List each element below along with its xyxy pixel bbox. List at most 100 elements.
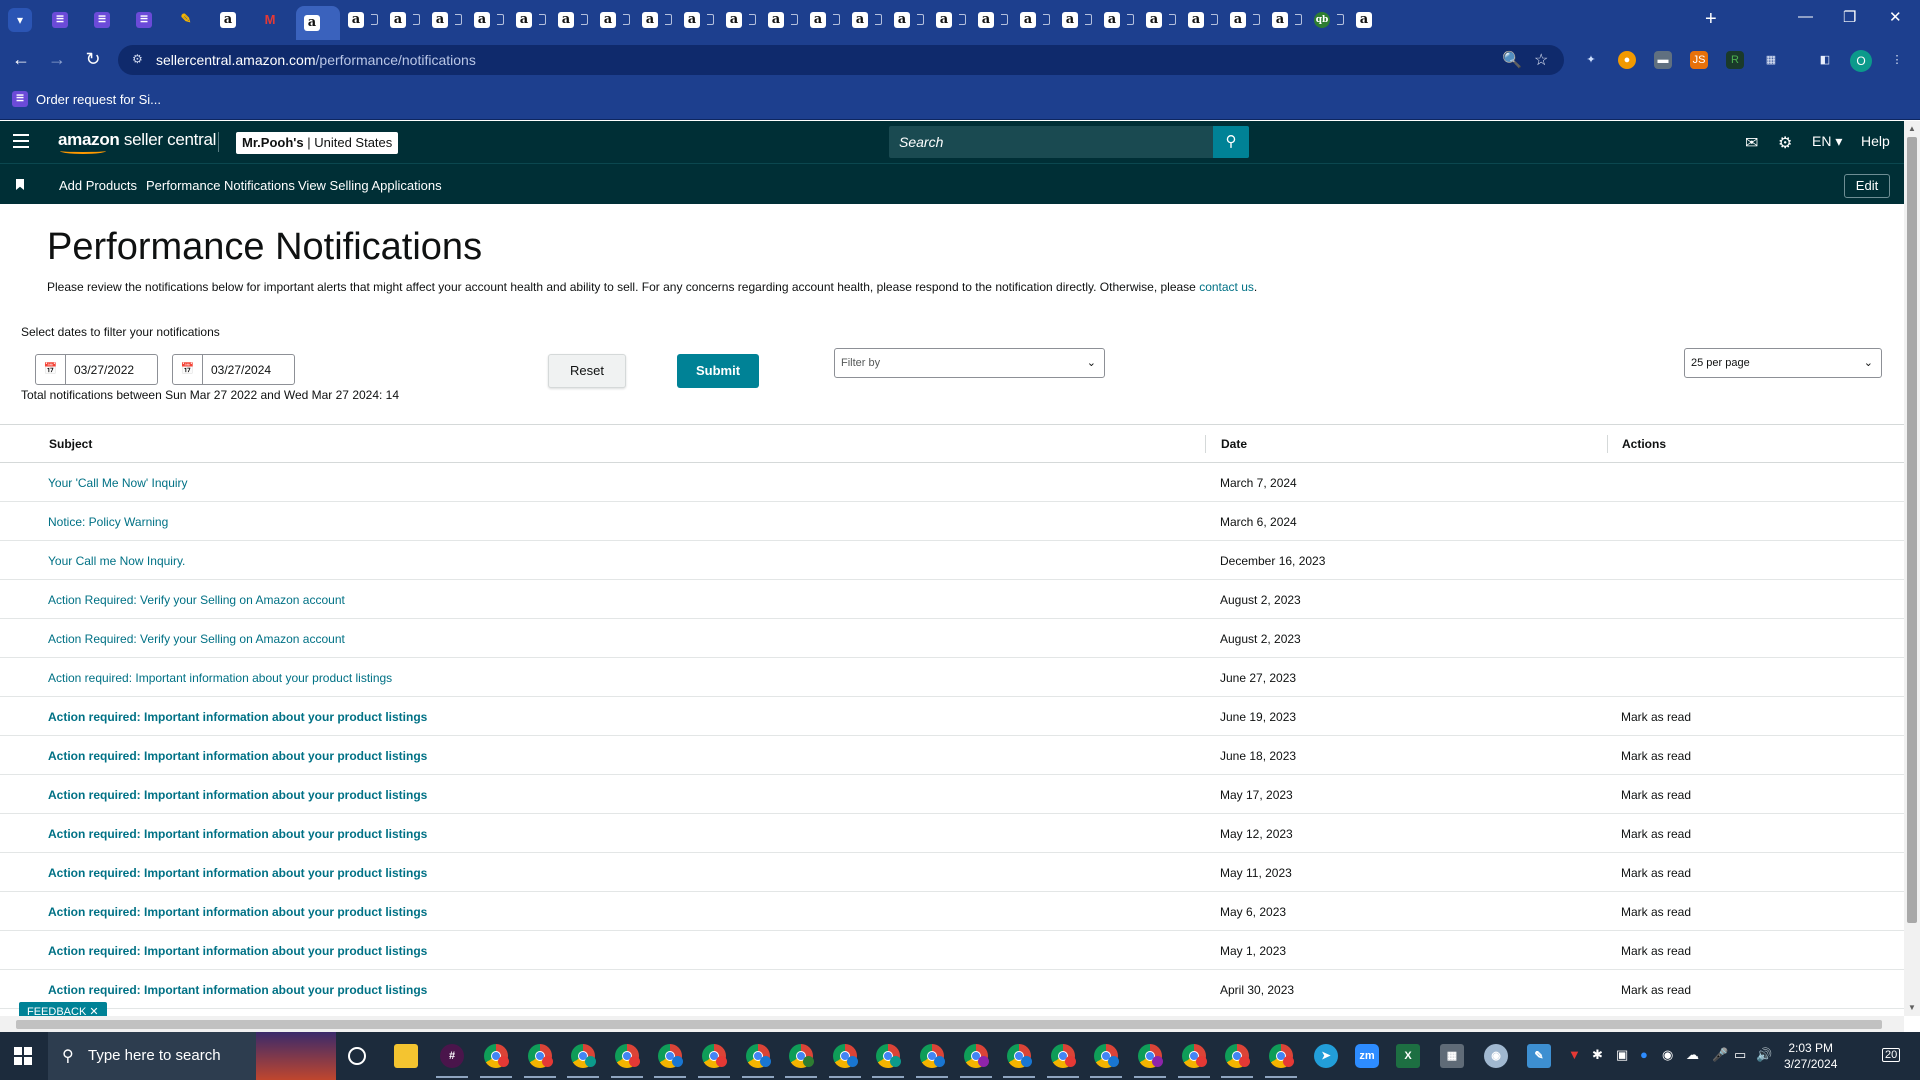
browser-tab[interactable]: a (1012, 6, 1054, 34)
browser-tab[interactable]: a (382, 6, 424, 34)
slack-icon[interactable]: # (436, 1044, 468, 1078)
notification-subject-link[interactable]: Action required: Important information a… (48, 749, 427, 763)
browser-tab[interactable]: a (676, 6, 718, 34)
chrome-window-icon[interactable] (567, 1044, 600, 1078)
notification-subject-link[interactable]: Action Required: Verify your Selling on … (48, 593, 345, 607)
calendar-icon[interactable]: 📅 (173, 355, 203, 384)
browser-tab[interactable]: a (508, 6, 550, 34)
mark-as-read-link[interactable]: Mark as read (1621, 905, 1691, 919)
horizontal-scrollbar[interactable] (0, 1016, 1904, 1032)
tray-app-icon[interactable]: ▼ (1568, 1047, 1581, 1062)
restore-button[interactable]: ❐ (1843, 8, 1856, 26)
microphone-icon[interactable]: 🎤 (1712, 1047, 1728, 1063)
telegram-icon[interactable]: ➤ (1314, 1044, 1338, 1068)
paint-icon[interactable]: ◉ (1484, 1044, 1508, 1068)
tray-zoom-icon[interactable]: ● (1640, 1047, 1648, 1062)
chrome-window-icon[interactable] (1046, 1044, 1079, 1078)
network-icon[interactable]: ▭ (1734, 1047, 1746, 1063)
browser-tab[interactable]: a (1222, 6, 1264, 34)
filter-by-dropdown[interactable]: Filter by ⌄ (834, 348, 1105, 378)
notification-subject-link[interactable]: Action required: Important information a… (48, 866, 427, 880)
volume-icon[interactable]: 🔊 (1756, 1047, 1772, 1063)
bookmark-star-icon[interactable]: ☆ (1534, 50, 1548, 70)
notification-subject-link[interactable]: Action required: Important information a… (48, 710, 427, 724)
browser-tab[interactable]: a (466, 6, 508, 34)
bookmark-ribbon-icon[interactable] (16, 179, 24, 190)
chrome-window-icon[interactable] (959, 1044, 992, 1078)
notification-subject-link[interactable]: Your Call me Now Inquiry. (48, 554, 185, 568)
extension-icon[interactable]: ● (1618, 51, 1636, 69)
profile-avatar[interactable]: O (1850, 50, 1872, 72)
scrollbar-thumb[interactable] (1907, 137, 1917, 923)
chrome-window-icon[interactable] (741, 1044, 774, 1078)
per-page-dropdown[interactable]: 25 per page ⌄ (1684, 348, 1882, 378)
chrome-window-icon[interactable] (828, 1044, 861, 1078)
notification-center-icon[interactable]: 20 (1882, 1048, 1901, 1062)
vertical-scrollbar[interactable]: ▲ ▼ (1904, 121, 1920, 1016)
calculator-icon[interactable]: ▦ (1440, 1044, 1464, 1068)
notification-subject-link[interactable]: Action required: Important information a… (48, 671, 392, 685)
contact-us-link[interactable]: contact us (1199, 280, 1254, 294)
zoom-app-icon[interactable]: zm (1355, 1044, 1379, 1068)
cloud-icon[interactable]: ☁ (1686, 1047, 1699, 1063)
notification-subject-link[interactable]: Action required: Important information a… (48, 788, 427, 802)
windows-start-icon[interactable] (14, 1047, 32, 1065)
chrome-window-icon[interactable] (1221, 1044, 1254, 1078)
chrome-window-icon[interactable] (523, 1044, 556, 1078)
mark-as-read-link[interactable]: Mark as read (1621, 944, 1691, 958)
browser-tab[interactable]: ☰ (128, 6, 170, 34)
tray-app-icon[interactable]: ✱ (1592, 1047, 1603, 1063)
chrome-window-icon[interactable] (1090, 1044, 1123, 1078)
browser-tab[interactable]: a (550, 6, 592, 34)
browser-tab[interactable]: ☰ (44, 6, 86, 34)
browser-tab[interactable]: a (1348, 6, 1390, 34)
browser-tab[interactable]: M (254, 6, 296, 34)
notification-subject-link[interactable]: Action Required: Verify your Selling on … (48, 632, 345, 646)
hamburger-menu-icon[interactable] (13, 134, 29, 148)
browser-menu-icon[interactable]: ⋮ (1888, 51, 1906, 69)
nav-view-selling-applications[interactable]: View Selling Applications (298, 178, 442, 193)
column-header-date[interactable]: Date (1221, 437, 1247, 451)
store-switcher[interactable]: Mr.Pooh's | United States (236, 132, 399, 154)
notification-subject-link[interactable]: Your 'Call Me Now' Inquiry (48, 476, 188, 490)
notification-subject-link[interactable]: Action required: Important information a… (48, 983, 427, 997)
chrome-window-icon[interactable] (1264, 1044, 1297, 1078)
extension-icon[interactable]: ▬ (1654, 51, 1672, 69)
browser-tab[interactable]: a (1264, 6, 1306, 34)
notepad-icon[interactable]: ✎ (1527, 1044, 1551, 1068)
calendar-icon[interactable]: 📅 (36, 355, 66, 384)
browser-tab[interactable]: a (296, 6, 340, 40)
chrome-window-icon[interactable] (785, 1044, 818, 1078)
browser-tab[interactable]: a (886, 6, 928, 34)
browser-tab[interactable]: a (592, 6, 634, 34)
end-date-picker[interactable]: 📅 03/27/2024 (172, 354, 295, 385)
extension-icon[interactable]: ✦ (1582, 51, 1600, 69)
browser-tab[interactable]: a (1138, 6, 1180, 34)
chrome-window-icon[interactable] (698, 1044, 730, 1078)
address-bar[interactable]: ⚙ sellercentral.amazon.com/performance/n… (118, 45, 1564, 75)
extension-icon[interactable]: JS (1690, 51, 1708, 69)
chrome-window-icon[interactable] (1003, 1044, 1036, 1078)
notification-subject-link[interactable]: Action required: Important information a… (48, 905, 427, 919)
browser-tab[interactable]: a (424, 6, 466, 34)
tab-search-button[interactable]: ▾ (8, 8, 32, 32)
tray-app-icon[interactable]: ▣ (1616, 1047, 1628, 1063)
task-view-icon[interactable] (348, 1047, 366, 1065)
chrome-window-icon[interactable] (654, 1044, 687, 1078)
chrome-window-icon[interactable] (872, 1044, 905, 1078)
side-panel-icon[interactable]: ◧ (1816, 51, 1834, 69)
edit-nav-button[interactable]: Edit (1844, 174, 1890, 198)
scroll-up-arrow-icon[interactable]: ▲ (1908, 124, 1916, 133)
extensions-puzzle-icon[interactable]: ▦ (1762, 51, 1780, 69)
mark-as-read-link[interactable]: Mark as read (1621, 749, 1691, 763)
browser-tab[interactable]: a (1054, 6, 1096, 34)
browser-tab[interactable]: a (928, 6, 970, 34)
close-window-button[interactable]: ✕ (1889, 8, 1902, 26)
mail-icon[interactable]: ✉ (1745, 133, 1758, 153)
search-button[interactable]: ⚲ (1213, 126, 1249, 158)
reload-button[interactable]: ↻ (81, 49, 105, 70)
seller-central-logo[interactable]: amazon seller central (58, 130, 216, 154)
browser-tab[interactable]: a (212, 6, 254, 34)
nav-add-products[interactable]: Add Products (59, 178, 137, 193)
excel-icon[interactable]: X (1396, 1044, 1420, 1068)
